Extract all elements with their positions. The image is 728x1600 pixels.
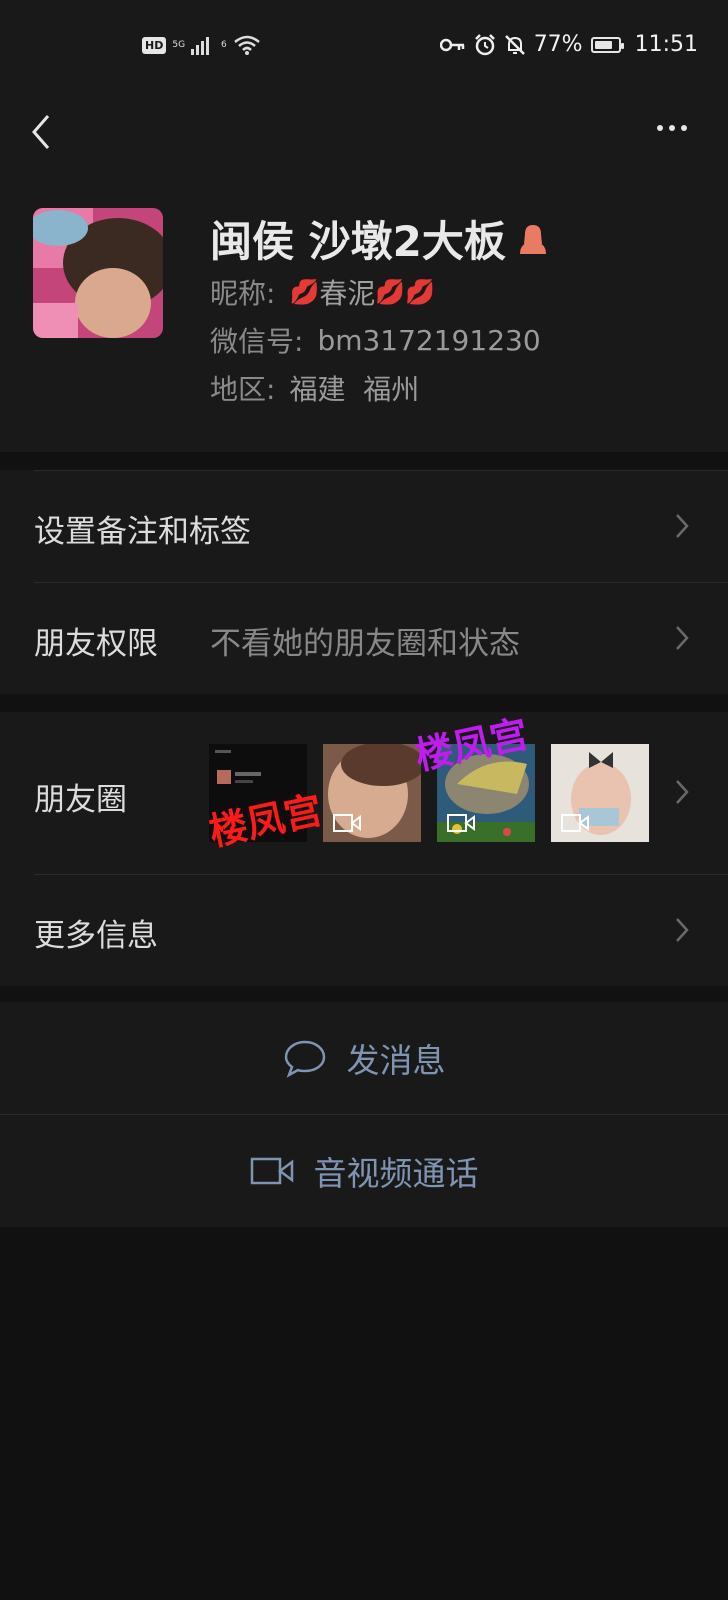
battery-fill [594, 40, 612, 49]
video-call-icon [250, 1157, 293, 1185]
nickname-row: 昵称: 💋 春泥 💋 💋 [210, 272, 435, 312]
lips-icon: 💋 [289, 278, 320, 306]
av-call-label: 音视频通话 [313, 1154, 479, 1193]
battery-icon [590, 36, 624, 53]
chat-bubble-icon [284, 1040, 325, 1078]
wifi-tag: 6 [221, 40, 227, 50]
moments-cell[interactable]: 朋友圈 楼凤宫 楼凤宫 [0, 712, 728, 874]
battery-percent: 77% [533, 32, 583, 57]
female-icon [519, 224, 546, 254]
send-message-label: 发消息 [346, 1041, 446, 1080]
region-row: 地区: 福建 福州 [210, 368, 419, 408]
status-bar: HD 5G 6 77% 11:51 [0, 0, 728, 92]
signal-icon [191, 37, 210, 55]
remark-tags-cell[interactable]: 设置备注和标签 [0, 470, 728, 582]
divider [34, 582, 728, 583]
friend-permission-cell[interactable]: 朋友权限 不看她的朋友圈和状态 [0, 582, 728, 694]
more-options-button[interactable] [652, 118, 692, 138]
video-icon [333, 814, 361, 832]
alarm-icon [474, 33, 495, 55]
profile-card: 闽侯 沙墩2大板 昵称: 💋 春泥 💋 💋 微信号: bm3172191230 … [0, 162, 728, 452]
chevron-right-icon [676, 918, 689, 942]
avatar-image [33, 208, 163, 338]
network-type: 5G [172, 40, 186, 50]
avatar[interactable] [33, 208, 163, 338]
lips-icon: 💋 [405, 278, 436, 306]
wechat-id-row: 微信号: bm3172191230 [210, 320, 541, 360]
send-message-button[interactable]: 发消息 [0, 1002, 728, 1114]
chevron-right-icon [676, 514, 689, 538]
chevron-right-icon [676, 626, 689, 650]
moments-label: 朋友圈 [34, 782, 127, 818]
wifi-icon [233, 35, 260, 55]
lips-icon: 💋 [375, 278, 406, 306]
av-call-button[interactable]: 音视频通话 [0, 1115, 728, 1227]
moments-thumbnail[interactable] [551, 744, 649, 842]
clock: 11:51 [634, 32, 698, 57]
status-right: 77% 11:51 [439, 32, 698, 57]
dot-icon [657, 125, 663, 131]
key-icon [439, 38, 464, 51]
chevron-right-icon [676, 780, 689, 804]
remark-tags-label: 设置备注和标签 [34, 514, 251, 550]
dot-icon [669, 125, 675, 131]
moments-thumbnail[interactable] [323, 744, 421, 842]
region-value: 福建 福州 [289, 373, 420, 406]
wechat-id-value: bm3172191230 [317, 323, 541, 357]
region-label: 地区: [210, 373, 276, 406]
nickname-value-row: 💋 春泥 💋 💋 [289, 272, 435, 312]
video-icon [447, 814, 475, 832]
back-arrow-icon [32, 115, 50, 149]
wechat-id-label: 微信号: [210, 325, 304, 358]
divider [34, 470, 728, 471]
nickname-value: 春泥 [319, 277, 376, 310]
status-left: HD 5G 6 [142, 34, 261, 56]
friend-permission-label: 朋友权限 [34, 626, 158, 662]
dot-icon [681, 125, 687, 131]
hd-badge: HD [142, 36, 167, 54]
divider [34, 874, 728, 875]
nav-bar [0, 92, 728, 162]
video-icon [561, 814, 589, 832]
more-info-label: 更多信息 [34, 918, 158, 954]
nickname-label: 昵称: [210, 277, 276, 310]
profile-name-row: 闽侯 沙墩2大板 [210, 208, 550, 269]
friend-permission-value: 不看她的朋友圈和状态 [210, 626, 520, 662]
profile-name: 闽侯 沙墩2大板 [210, 217, 506, 266]
back-button[interactable] [26, 102, 58, 152]
mute-bell-icon [504, 34, 525, 55]
more-info-cell[interactable]: 更多信息 [0, 874, 728, 986]
